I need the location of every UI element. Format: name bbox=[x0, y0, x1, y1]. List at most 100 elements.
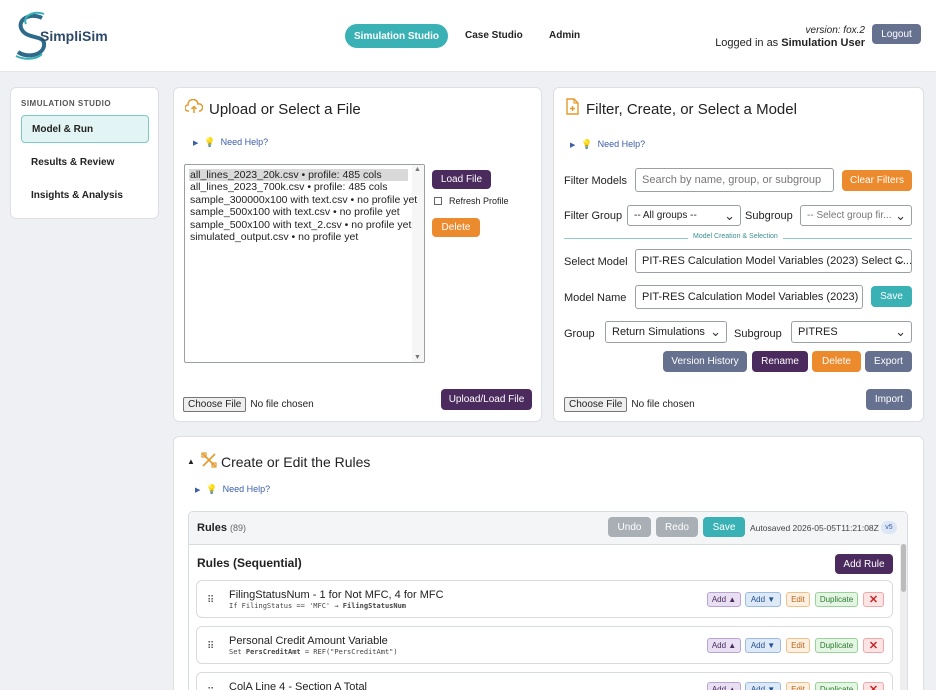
rule-title: Personal Credit Amount Variable bbox=[229, 635, 388, 647]
logged-in-prefix: Logged in as bbox=[715, 37, 779, 49]
rules-help-label: Need Help? bbox=[222, 484, 271, 494]
logout-button[interactable]: Logout bbox=[872, 24, 921, 44]
group-select[interactable]: Return Simulations bbox=[605, 321, 727, 343]
remove-rule-icon[interactable]: ✕ bbox=[863, 682, 884, 690]
scroll-down-icon[interactable]: ▼ bbox=[414, 354, 421, 361]
divider-label: Model Creation & Selection bbox=[688, 233, 783, 240]
upload-card-title: Upload or Select a File bbox=[209, 101, 361, 118]
model-name-input[interactable]: PIT-RES Calculation Model Variables (202… bbox=[635, 285, 863, 309]
add-rule-button[interactable]: Add Rule bbox=[835, 554, 893, 574]
upload-file-chooser[interactable]: Choose File No file chosen bbox=[183, 397, 314, 412]
save-rules-button[interactable]: Save bbox=[703, 517, 745, 537]
nav-case-studio[interactable]: Case Studio bbox=[465, 30, 523, 41]
add-below-button[interactable]: Add ▼ bbox=[745, 592, 781, 607]
nav-simulation-studio[interactable]: Simulation Studio bbox=[345, 24, 448, 48]
clear-filters-button[interactable]: Clear Filters bbox=[842, 170, 912, 191]
delete-file-button[interactable]: Delete bbox=[432, 218, 480, 237]
remove-rule-icon[interactable]: ✕ bbox=[863, 638, 884, 653]
lightbulb-icon: 💡 bbox=[206, 484, 218, 494]
add-below-button[interactable]: Add ▼ bbox=[745, 682, 781, 690]
undo-button[interactable]: Undo bbox=[608, 517, 651, 537]
autosaved-status: Autosaved 2026-05-05T11:21:08Z bbox=[750, 523, 879, 533]
add-below-button[interactable]: Add ▼ bbox=[745, 638, 781, 653]
duplicate-rule-button[interactable]: Duplicate bbox=[815, 682, 858, 690]
lightbulb-icon: 💡 bbox=[204, 137, 216, 147]
upload-load-file-button[interactable]: Upload/Load File bbox=[441, 389, 532, 410]
duplicate-rule-button[interactable]: Duplicate bbox=[815, 592, 858, 607]
upload-cloud-icon bbox=[185, 99, 203, 113]
sidebar-item-insights-analysis[interactable]: Insights & Analysis bbox=[21, 181, 149, 209]
filter-group-select[interactable]: -- All groups -- bbox=[627, 205, 741, 226]
file-item[interactable]: all_lines_2023_20k.csv • profile: 485 co… bbox=[189, 169, 408, 182]
rule-subtitle: If FilingStatus == 'MFC' → FilingStatusN… bbox=[229, 602, 406, 610]
duplicate-rule-button[interactable]: Duplicate bbox=[815, 638, 858, 653]
save-model-button[interactable]: Save bbox=[871, 286, 912, 307]
refresh-profile-checkbox-row[interactable]: Refresh Profile bbox=[434, 196, 509, 206]
nav-admin[interactable]: Admin bbox=[549, 30, 580, 41]
expand-triangle-icon: ▶ bbox=[193, 140, 199, 147]
model-search-input[interactable]: Search by name, group, or subgroup bbox=[635, 168, 834, 192]
sidebar-item-results-review[interactable]: Results & Review bbox=[21, 148, 149, 176]
rules-count: (89) bbox=[230, 523, 247, 533]
rule-title: ColA Line 4 - Section A Total bbox=[229, 681, 367, 690]
rule-subtitle-text: If FilingStatus == 'MFC' → bbox=[229, 602, 343, 610]
file-item[interactable]: simulated_output.csv • no profile yet bbox=[189, 231, 408, 243]
rules-label: Rules bbox=[197, 522, 227, 534]
edit-rule-button[interactable]: Edit bbox=[786, 592, 810, 607]
collapse-triangle-icon[interactable]: ▲ bbox=[187, 457, 195, 466]
drag-handle-icon[interactable]: ⠿ bbox=[207, 641, 214, 652]
export-button[interactable]: Export bbox=[865, 351, 912, 372]
subgroup-filter-select[interactable]: -- Select group fir... bbox=[800, 205, 912, 226]
edit-rule-button[interactable]: Edit bbox=[786, 638, 810, 653]
rules-toolbar-label: Rules (89) bbox=[197, 522, 246, 534]
file-item[interactable]: all_lines_2023_700k.csv • profile: 485 c… bbox=[189, 181, 408, 193]
file-item[interactable]: sample_500x100 with text.csv • no profil… bbox=[189, 206, 408, 218]
select-model-dropdown[interactable]: PIT-RES Calculation Model Variables (202… bbox=[635, 249, 912, 273]
refresh-profile-checkbox[interactable] bbox=[434, 197, 442, 205]
no-file-text: No file chosen bbox=[631, 399, 695, 410]
logo[interactable]: SimpliSim bbox=[12, 10, 142, 62]
load-file-button[interactable]: Load File bbox=[432, 170, 491, 189]
model-help-toggle[interactable]: ▶ 💡 Need Help? bbox=[570, 139, 645, 150]
add-above-button[interactable]: Add ▲ bbox=[707, 638, 741, 653]
add-above-button[interactable]: Add ▲ bbox=[707, 592, 741, 607]
subgroup-select[interactable]: PITRES bbox=[791, 321, 912, 343]
remove-rule-icon[interactable]: ✕ bbox=[863, 592, 884, 607]
import-button[interactable]: Import bbox=[866, 389, 912, 410]
edit-rule-button[interactable]: Edit bbox=[786, 682, 810, 690]
document-plus-icon bbox=[566, 98, 579, 115]
model-file-chooser[interactable]: Choose File No file chosen bbox=[564, 397, 695, 412]
add-above-button[interactable]: Add ▲ bbox=[707, 682, 741, 690]
rules-scrollbar[interactable] bbox=[900, 544, 907, 690]
sidebar-heading: SIMULATION STUDIO bbox=[21, 99, 112, 108]
version-history-button[interactable]: Version History bbox=[663, 351, 747, 372]
no-file-text: No file chosen bbox=[250, 399, 314, 410]
subgroup-label: Subgroup bbox=[734, 328, 782, 340]
rule-subtitle-prefix: Set bbox=[229, 648, 246, 656]
select-model-label: Select Model bbox=[564, 256, 628, 268]
lightbulb-icon: 💡 bbox=[581, 139, 593, 149]
user-name: Simulation User bbox=[781, 37, 865, 49]
rule-subtitle: Set PersCreditAmt = REF("PersCreditAmt") bbox=[229, 648, 398, 656]
file-item[interactable]: sample_300000x100 with text.csv • no pro… bbox=[189, 194, 417, 206]
rules-scrollbar-thumb[interactable] bbox=[901, 544, 906, 592]
sidebar-item-model-run[interactable]: Model & Run bbox=[21, 115, 149, 143]
rules-help-toggle[interactable]: ▶ 💡 Need Help? bbox=[195, 484, 270, 495]
drag-handle-icon[interactable]: ⠿ bbox=[207, 595, 214, 606]
choose-file-button[interactable]: Choose File bbox=[564, 397, 628, 412]
group-label: Group bbox=[564, 328, 595, 340]
model-card-title: Filter, Create, or Select a Model bbox=[586, 101, 797, 118]
rule-target-var: FilingStatusNum bbox=[342, 602, 407, 610]
delete-model-button[interactable]: Delete bbox=[812, 351, 861, 372]
redo-button[interactable]: Redo bbox=[656, 517, 698, 537]
rule-title: FilingStatusNum - 1 for Not MFC, 4 for M… bbox=[229, 589, 444, 601]
file-item[interactable]: sample_500x100 with text_2.csv • no prof… bbox=[189, 219, 411, 231]
rename-button[interactable]: Rename bbox=[752, 351, 808, 372]
scroll-up-icon[interactable]: ▲ bbox=[414, 166, 421, 173]
upload-help-toggle[interactable]: ▶ 💡 Need Help? bbox=[193, 137, 268, 148]
choose-file-button[interactable]: Choose File bbox=[183, 397, 247, 412]
refresh-profile-label: Refresh Profile bbox=[449, 196, 509, 206]
top-header: SimpliSim Simulation Studio Case Studio … bbox=[0, 0, 936, 72]
tools-icon bbox=[201, 452, 217, 468]
file-list: all_lines_2023_20k.csv • profile: 485 co… bbox=[189, 169, 417, 243]
